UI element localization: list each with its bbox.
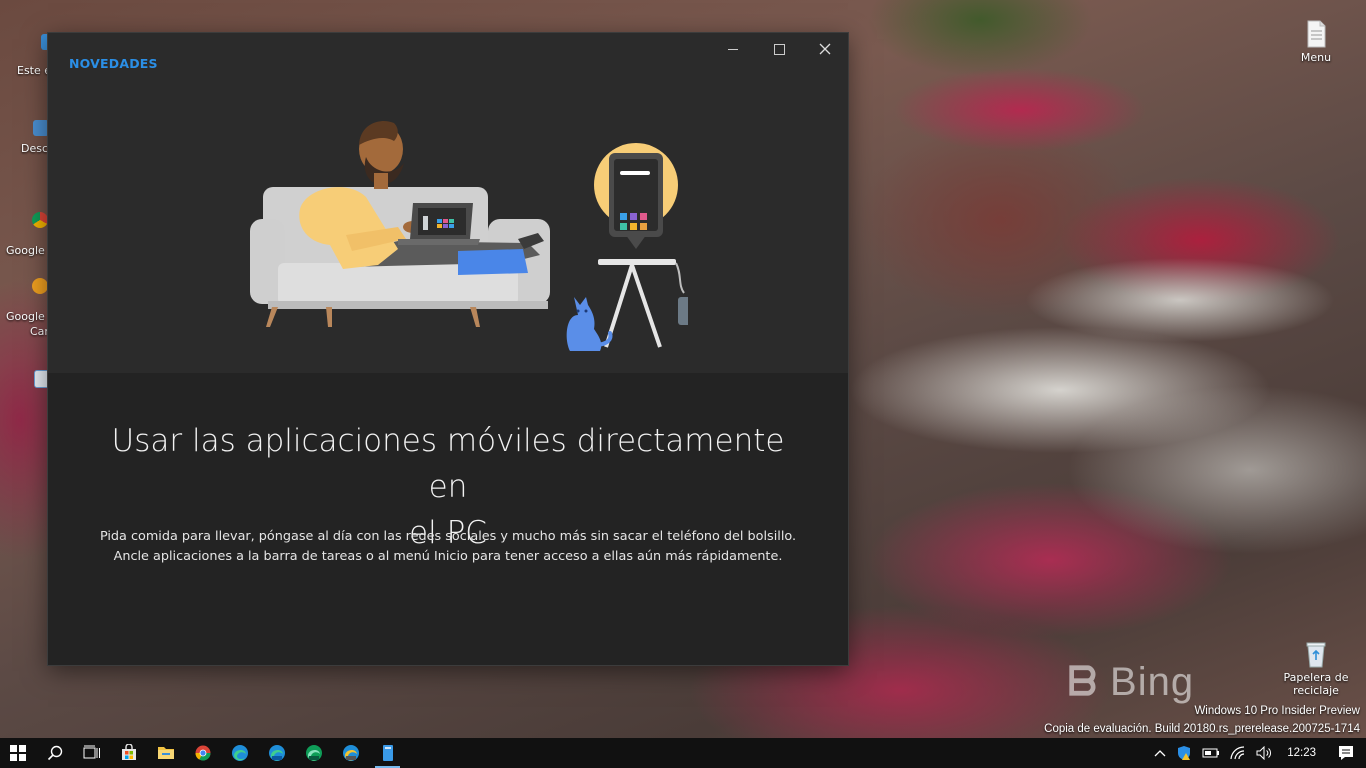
- taskbar-clock[interactable]: 12:23: [1277, 747, 1326, 759]
- chrome-taskbar-button[interactable]: [184, 738, 221, 768]
- desktop-icon-downloads[interactable]: Desc: [21, 120, 49, 155]
- chevron-up-icon: [1154, 750, 1166, 757]
- hero-illustration: [250, 121, 688, 351]
- bing-b-icon: ᗷ: [1068, 660, 1098, 704]
- feature-description-line2: Ancle aplicaciones a la barra de tareas …: [113, 549, 783, 564]
- desktop-icon-label: Car: [30, 325, 49, 338]
- edge-icon: [231, 745, 248, 761]
- bing-wordmark: Bing: [1110, 660, 1195, 704]
- desktop-icon-label: Este e: [17, 64, 52, 77]
- section-label: NOVEDADES: [69, 56, 158, 71]
- desktop-icon-label-line2: reciclaje: [1293, 684, 1339, 697]
- shortcut-icon: [33, 120, 49, 136]
- feature-description-line1: Pida comida para llevar, póngase al día …: [99, 529, 797, 544]
- desktop-icon-menu[interactable]: Menu: [1280, 20, 1352, 64]
- task-view-icon: [83, 745, 100, 759]
- windows-logo-icon: [10, 745, 26, 761]
- chrome-icon: [32, 212, 48, 228]
- volume-tray-button[interactable]: [1251, 738, 1277, 768]
- speaker-icon: [1256, 746, 1272, 760]
- show-hidden-icons-button[interactable]: [1149, 738, 1171, 768]
- minimize-button[interactable]: [710, 33, 756, 65]
- app-tile-icon: [382, 745, 393, 761]
- feature-headline-line1: Usar las aplicaciones móviles directamen…: [111, 423, 785, 505]
- desktop-icon-label-line1: Papelera de: [1283, 671, 1349, 684]
- edge-canary-icon: [342, 745, 359, 761]
- chrome-icon: [195, 745, 210, 761]
- edge-canary-taskbar-button[interactable]: [332, 738, 369, 768]
- search-icon: [47, 745, 62, 761]
- feature-description: Pida comida para llevar, póngase al día …: [78, 527, 818, 567]
- edge-beta-icon: [268, 745, 285, 761]
- desktop-icon-google-canary[interactable]: Google: [6, 278, 48, 323]
- watermark-line1: Windows 10 Pro Insider Preview: [1194, 705, 1360, 717]
- desktop-icon-label-canary[interactable]: Car: [30, 325, 49, 338]
- desktop-icon-this-pc[interactable]: Este e: [17, 34, 57, 77]
- maximize-icon: [773, 43, 785, 55]
- desktop-icon-label: Menu: [1300, 51, 1332, 64]
- text-file-icon: [1307, 20, 1326, 48]
- system-tray: 12:23: [1149, 738, 1366, 768]
- battery-tray-button[interactable]: [1197, 738, 1225, 768]
- start-button[interactable]: [0, 738, 36, 768]
- search-button[interactable]: [36, 738, 73, 768]
- desktop-icon-google-chrome[interactable]: Google: [6, 212, 48, 257]
- battery-icon: [1202, 748, 1220, 758]
- desktop-icon-label: Google: [6, 244, 45, 257]
- store-taskbar-button[interactable]: [110, 738, 147, 768]
- file-explorer-taskbar-button[interactable]: [147, 738, 184, 768]
- wifi-icon: [1230, 746, 1245, 760]
- edge-beta-taskbar-button[interactable]: [258, 738, 295, 768]
- edge-dev-icon: [305, 745, 322, 761]
- task-view-button[interactable]: [73, 738, 110, 768]
- edge-taskbar-button[interactable]: [221, 738, 258, 768]
- security-tray-button[interactable]: [1171, 738, 1197, 768]
- notifications-icon: [1339, 746, 1353, 760]
- whats-new-taskbar-button[interactable]: [369, 738, 406, 768]
- desktop-icon-label: Google: [6, 310, 45, 323]
- store-icon: [121, 744, 136, 760]
- close-button[interactable]: [802, 33, 848, 65]
- illustration-panel: NOVEDADES: [48, 33, 848, 373]
- edge-dev-taskbar-button[interactable]: [295, 738, 332, 768]
- minimize-icon: [728, 48, 738, 50]
- recycle-bin-icon: [1306, 642, 1326, 668]
- taskbar: 12:23: [0, 738, 1366, 768]
- desktop-icon-recycle-bin[interactable]: Papelera de reciclaje: [1280, 640, 1352, 697]
- network-tray-button[interactable]: [1225, 738, 1251, 768]
- shield-warning-icon: [1178, 746, 1191, 760]
- maximize-button[interactable]: [756, 33, 802, 65]
- bing-logo: ᗷ Bing: [1068, 660, 1194, 705]
- action-center-button[interactable]: [1326, 738, 1366, 768]
- close-icon: [819, 43, 831, 55]
- chrome-canary-icon: [32, 278, 48, 294]
- watermark-line2: Copia de evaluación. Build 20180.rs_prer…: [1044, 723, 1360, 735]
- whats-new-window: NOVEDADES Usar las aplicaciones móviles …: [48, 33, 848, 665]
- desktop-icon-label: Desc: [21, 142, 49, 155]
- folder-icon: [157, 747, 174, 759]
